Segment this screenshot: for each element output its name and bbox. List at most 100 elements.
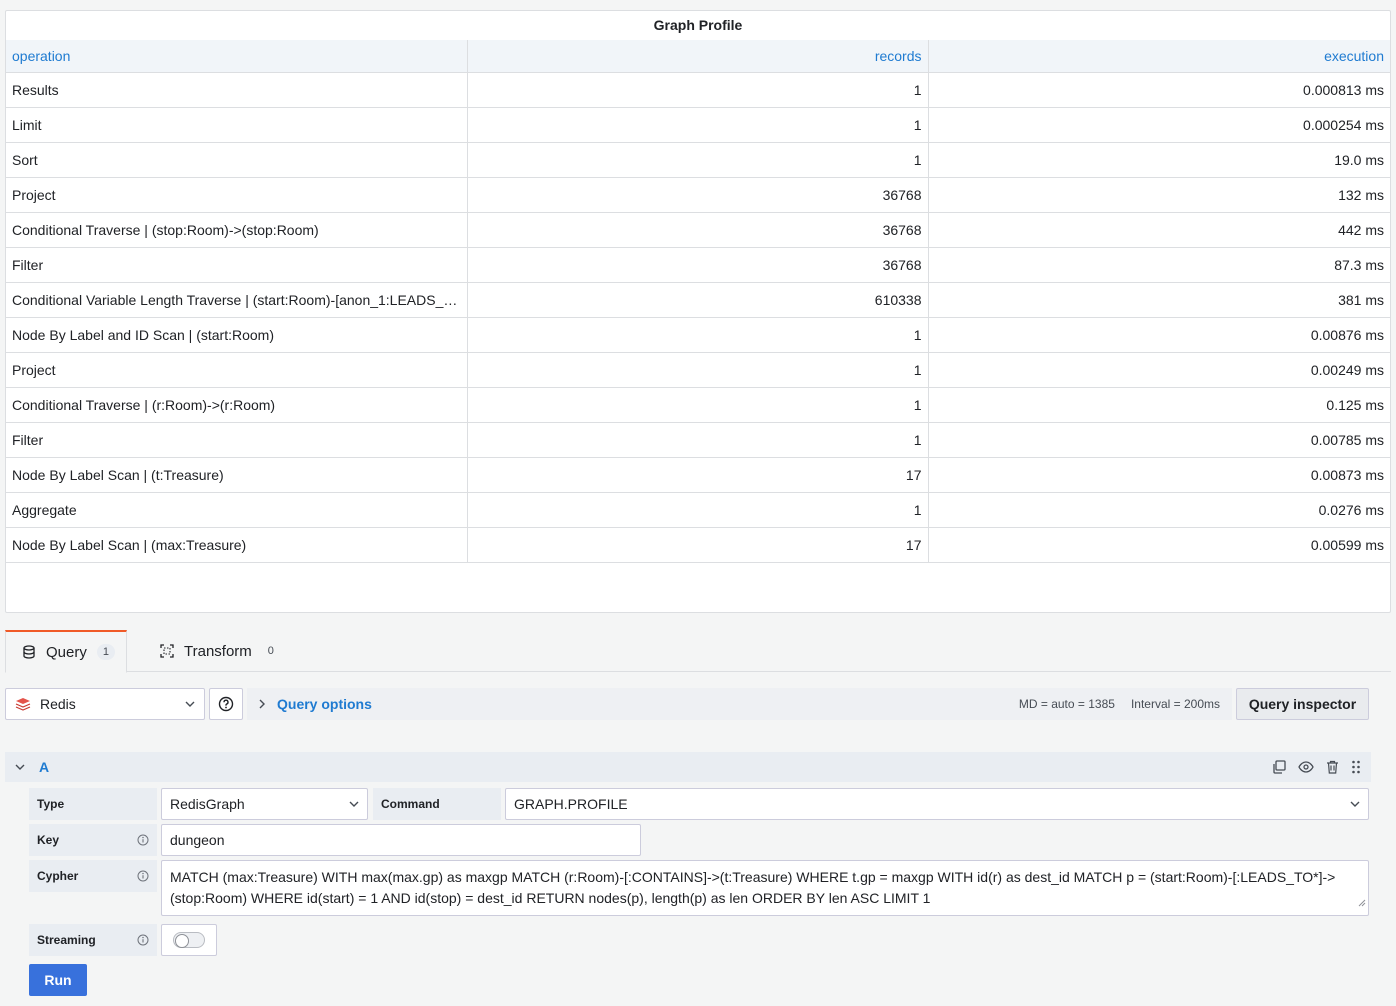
cell-execution: 132 ms <box>928 176 1390 212</box>
cell-execution: 0.00249 ms <box>928 351 1390 387</box>
key-label-text: Key <box>37 833 60 847</box>
drag-handle-icon[interactable] <box>1351 760 1361 774</box>
cell-execution: 87.3 ms <box>928 246 1390 282</box>
table-row: Project 1 0.00249 ms <box>6 351 1390 387</box>
cell-execution: 0.00599 ms <box>928 526 1390 563</box>
info-circle-icon[interactable] <box>137 834 149 846</box>
query-options-bar[interactable]: Query options MD = auto = 1385 Interval … <box>247 688 1232 720</box>
command-label: Command <box>373 788 501 820</box>
datasource-picker[interactable]: Redis <box>5 688 205 720</box>
query-inspector-button[interactable]: Query inspector <box>1236 688 1369 720</box>
cell-records: 17 <box>467 526 929 563</box>
streaming-toggle[interactable] <box>173 932 205 948</box>
panel-title[interactable]: Graph Profile <box>6 11 1390 40</box>
cell-operation: Sort <box>6 141 468 177</box>
cell-execution: 0.125 ms <box>928 386 1390 422</box>
resize-grip-icon[interactable] <box>1358 892 1366 913</box>
cell-operation: Filter <box>6 246 468 282</box>
cell-operation: Conditional Variable Length Traverse | (… <box>6 281 468 317</box>
command-select-value: GRAPH.PROFILE <box>514 796 628 812</box>
table-header-row: operation records execution <box>6 40 1390 72</box>
key-label: Key <box>29 824 157 856</box>
cell-records: 1 <box>467 141 929 177</box>
interval-info: Interval = 200ms <box>1130 697 1220 711</box>
cell-records: 1 <box>467 421 929 457</box>
table-body: Results 1 0.000813 ms Limit 1 0.000254 ms Sort… <box>6 71 1390 563</box>
table-row: Aggregate 1 0.0276 ms <box>6 491 1390 527</box>
query-row-header: A <box>5 752 1371 782</box>
cell-operation: Node By Label Scan | (max:Treasure) <box>6 526 468 563</box>
streaming-label: Streaming <box>29 924 157 956</box>
cypher-textarea[interactable]: MATCH (max:Treasure) WITH max(max.gp) as… <box>161 860 1369 916</box>
cell-operation: Node By Label Scan | (t:Treasure) <box>6 456 468 492</box>
cell-records: 17 <box>467 456 929 492</box>
cell-execution: 0.00873 ms <box>928 456 1390 492</box>
query-ref-id[interactable]: A <box>39 759 1272 775</box>
database-icon <box>22 645 36 659</box>
graph-profile-panel: Graph Profile operation records executio… <box>5 10 1391 613</box>
cell-records: 1 <box>467 316 929 352</box>
chevron-right-icon <box>259 699 265 709</box>
type-select-value: RedisGraph <box>170 796 245 812</box>
type-select[interactable]: RedisGraph <box>161 788 368 820</box>
delete-query-trash-icon[interactable] <box>1326 760 1339 774</box>
table-row: Node By Label Scan | (t:Treasure) 17 0.008… <box>6 456 1390 492</box>
tab-transform-count: 0 <box>267 645 274 657</box>
tab-query-label: Query <box>46 643 87 661</box>
cell-records: 1 <box>467 351 929 387</box>
table-row: Filter 1 0.00785 ms <box>6 421 1390 457</box>
chevron-down-icon <box>185 701 195 707</box>
cypher-label-text: Cypher <box>37 869 79 883</box>
cell-records: 1 <box>467 386 929 422</box>
cell-operation: Results <box>6 71 468 107</box>
cell-records: 1 <box>467 71 929 107</box>
cell-execution: 381 ms <box>928 281 1390 317</box>
table-row: Project 36768 132 ms <box>6 176 1390 212</box>
table-row: Conditional Traverse | (stop:Room)->(sto… <box>6 211 1390 247</box>
table-row: Node By Label and ID Scan | (start:Room)… <box>6 316 1390 352</box>
cell-records: 1 <box>467 491 929 527</box>
cypher-text: MATCH (max:Treasure) WITH max(max.gp) as… <box>170 869 1336 906</box>
cell-records: 36768 <box>467 211 929 247</box>
profile-table: operation records execution Results 1 0.00… <box>6 40 1390 563</box>
column-header-operation[interactable]: operation <box>6 40 468 72</box>
table-row: Node By Label Scan | (max:Treasure) 17 0.0… <box>6 526 1390 563</box>
cell-execution: 0.00785 ms <box>928 421 1390 457</box>
query-options-toggle[interactable]: Query options <box>277 696 1003 712</box>
cell-operation: Conditional Traverse | (stop:Room)->(sto… <box>6 211 468 247</box>
chevron-down-icon <box>349 801 359 807</box>
cypher-label: Cypher <box>29 860 157 892</box>
cell-execution: 19.0 ms <box>928 141 1390 177</box>
info-circle-icon[interactable] <box>137 870 149 882</box>
key-input[interactable]: dungeon <box>161 824 641 856</box>
table-row: Limit 1 0.000254 ms <box>6 106 1390 142</box>
cell-operation: Project <box>6 351 468 387</box>
streaming-label-text: Streaming <box>37 933 96 947</box>
cell-execution: 0.00876 ms <box>928 316 1390 352</box>
cell-execution: 0.0276 ms <box>928 491 1390 527</box>
command-select[interactable]: GRAPH.PROFILE <box>505 788 1369 820</box>
type-label: Type <box>29 788 157 820</box>
duplicate-query-icon[interactable] <box>1272 760 1286 774</box>
tab-query[interactable]: Query 1 <box>5 630 127 673</box>
column-header-records[interactable]: records <box>467 40 929 72</box>
table-row: Conditional Variable Length Traverse | (… <box>6 281 1390 317</box>
redis-logo-icon <box>15 697 31 711</box>
cell-records: 1 <box>467 106 929 142</box>
info-circle-icon[interactable] <box>137 934 149 946</box>
collapse-chevron-icon[interactable] <box>15 764 25 770</box>
column-header-execution[interactable]: execution <box>928 40 1390 72</box>
run-button[interactable]: Run <box>29 964 87 996</box>
table-row: Sort 1 19.0 ms <box>6 141 1390 177</box>
cell-operation: Limit <box>6 106 468 142</box>
editor-tabs: Query 1 Transform 0 <box>5 630 1391 673</box>
cell-execution: 0.000254 ms <box>928 106 1390 142</box>
datasource-help-button[interactable] <box>209 688 243 720</box>
key-input-value: dungeon <box>170 832 225 848</box>
cell-operation: Node By Label and ID Scan | (start:Room) <box>6 316 468 352</box>
toggle-visibility-eye-icon[interactable] <box>1298 761 1314 773</box>
table-row: Results 1 0.000813 ms <box>6 71 1390 107</box>
tab-query-count: 1 <box>96 644 115 660</box>
tab-transform[interactable]: Transform 0 <box>160 630 290 672</box>
cell-execution: 0.000813 ms <box>928 71 1390 107</box>
